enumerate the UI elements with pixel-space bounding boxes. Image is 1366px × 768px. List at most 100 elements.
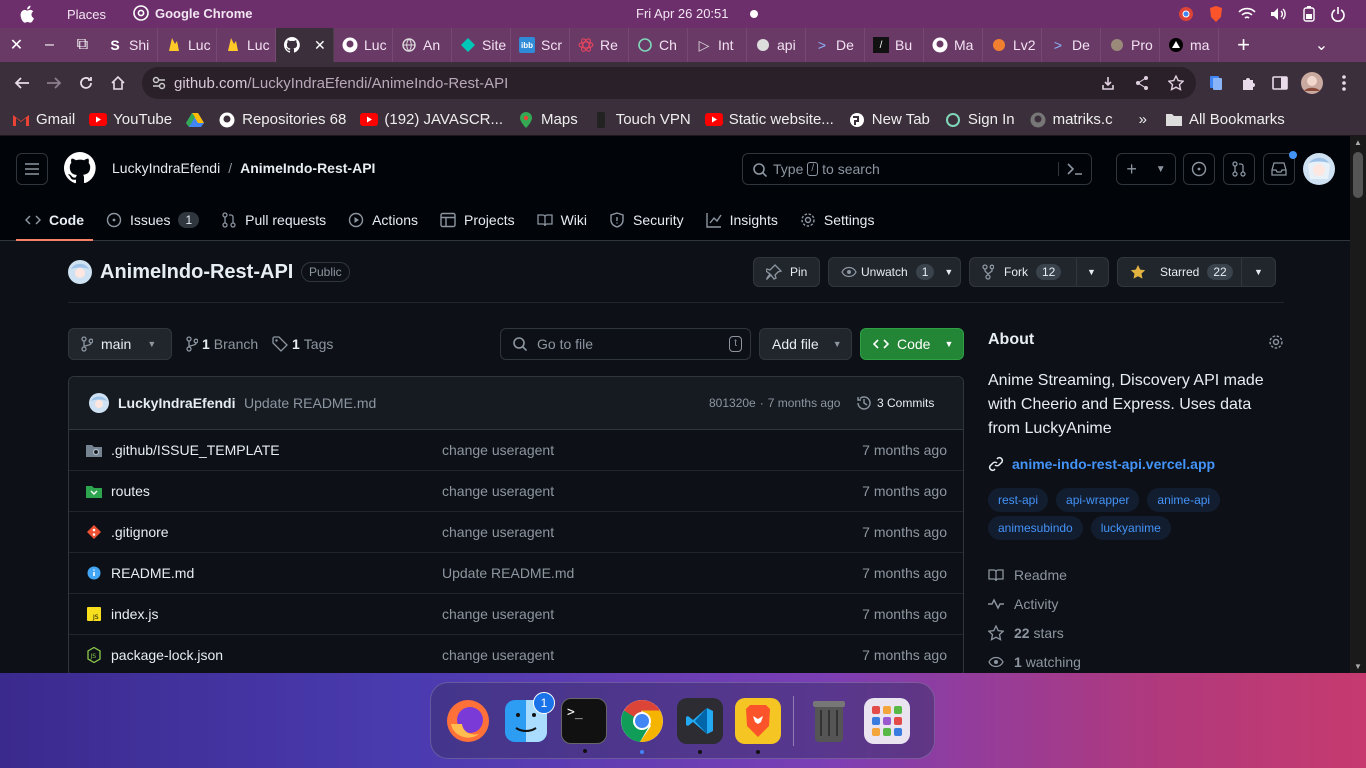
bookmark-matriks[interactable]: matriks.c [1029,111,1113,128]
file-name[interactable]: package-lock.json [111,647,223,663]
browser-tab[interactable]: Lv2 [983,28,1042,62]
unwatch-button[interactable]: Unwatch 1 ▼ [828,257,961,287]
bookmark-static-website[interactable]: Static website... [704,111,834,128]
brave-tray-icon[interactable] [1208,5,1224,23]
bookmark-sign-in[interactable]: Sign In [944,111,1015,128]
tab-insights[interactable]: Insights [697,200,787,240]
readme-link[interactable]: Readme [988,560,1284,589]
terminal-icon[interactable]: >_ [561,697,607,753]
extension-pdf-icon[interactable] [1200,67,1232,99]
bookmark-maps[interactable]: Maps [517,111,578,128]
extensions-puzzle-icon[interactable] [1232,67,1264,99]
commit-message[interactable]: Update README.md [244,395,376,411]
browser-tab[interactable]: / Bu [865,28,924,62]
file-name[interactable]: index.js [111,606,158,622]
branches-link[interactable]: 1 Branch [186,336,258,352]
address-bar[interactable]: github.com/LuckyIndraEfendi/AnimeIndo-Re… [142,67,1196,99]
new-tab-icon[interactable]: + [1227,28,1260,62]
tab-projects[interactable]: Projects [431,200,524,240]
file-row[interactable]: JS index.js change useragent 7 months ag… [69,594,963,635]
user-avatar[interactable] [1303,153,1335,185]
volume-icon[interactable] [1270,7,1288,21]
browser-tab[interactable]: Site [452,28,511,62]
scroll-down-arrow-icon[interactable]: ▼ [1354,662,1362,671]
file-commit-message[interactable]: change useragent [442,442,554,458]
tab-issues[interactable]: Issues 1 [97,200,208,240]
pin-button[interactable]: Pin [753,257,820,287]
browser-tab[interactable]: ▷ Int [688,28,747,62]
active-app-menu[interactable]: Google Chrome [133,5,253,21]
repo-owner-avatar[interactable] [68,260,92,284]
bookmark-touch-vpn[interactable]: Touch VPN [592,111,691,128]
file-name[interactable]: .gitignore [111,524,169,540]
issues-icon[interactable] [1183,153,1215,185]
browser-tab[interactable]: Pro [1101,28,1160,62]
bookmark-javascript[interactable]: (192) JAVASCR... [360,111,503,128]
topic-tag[interactable]: rest-api [988,488,1049,512]
file-row[interactable]: routes change useragent 7 months ago [69,471,963,512]
browser-tab[interactable]: api [747,28,806,62]
search-input[interactable]: Type / to search [742,153,1092,185]
profile-avatar[interactable] [1296,67,1328,99]
github-logo-icon[interactable] [64,152,96,184]
commit-hash[interactable]: 801320e [709,396,756,410]
file-commit-message[interactable]: Update README.md [442,565,574,581]
install-app-icon[interactable] [1100,75,1116,91]
tab-actions[interactable]: Actions [339,200,427,240]
browser-tab[interactable]: Re [570,28,629,62]
wifi-icon[interactable] [1238,7,1256,21]
power-icon[interactable] [1330,6,1346,22]
bookmark-drive[interactable] [186,112,205,128]
tab-pull-requests[interactable]: Pull requests [212,200,335,240]
browser-tab[interactable]: Luc [158,28,217,62]
go-to-file-input[interactable]: Go to file t [500,328,751,360]
code-button[interactable]: Code ▼ [860,328,964,360]
caret-down-icon[interactable]: ▼ [1254,267,1263,277]
commit-author-avatar[interactable] [89,393,109,413]
finder-icon[interactable]: 1 [503,691,555,744]
topic-tag[interactable]: api-wrapper [1056,488,1140,512]
bookmark-youtube[interactable]: YouTube [89,111,172,128]
file-commit-message[interactable]: change useragent [442,606,554,622]
tab-settings[interactable]: Settings [791,200,884,240]
file-name[interactable]: README.md [111,565,194,581]
share-icon[interactable] [1134,75,1150,91]
close-window-icon[interactable]: ✕ [0,28,33,62]
scrollbar-thumb[interactable] [1353,152,1363,198]
trash-icon[interactable] [806,698,852,744]
bookmark-star-icon[interactable] [1168,75,1184,91]
topic-tag[interactable]: anime-api [1147,488,1221,512]
topic-tag[interactable]: animesubindo [988,516,1083,540]
add-file-button[interactable]: Add file ▼ [759,328,852,360]
fork-button[interactable]: Fork 12 ▼ [969,257,1109,287]
breadcrumb-repo[interactable]: AnimeIndo-Rest-API [240,160,375,176]
breadcrumb-owner[interactable]: LuckyIndraEfendi [112,160,220,176]
bookmark-gmail[interactable]: Gmail [12,111,75,128]
browser-tab[interactable]: Ch [629,28,688,62]
clock[interactable]: Fri Apr 26 20:51 [636,6,729,21]
starred-button[interactable]: Starred 22 ▼ [1117,257,1276,287]
homepage-link[interactable]: anime-indo-rest-api.vercel.app [988,456,1284,472]
repo-title[interactable]: AnimeIndo-Rest-API [100,261,293,284]
browser-tab[interactable]: Ma [924,28,983,62]
commits-link[interactable]: 3 Commits [856,395,934,411]
restore-window-icon[interactable]: ⧉ [66,28,99,62]
side-panel-icon[interactable] [1264,67,1296,99]
browser-tab-active[interactable]: ✕ [276,28,334,62]
chrome-menu-icon[interactable] [1328,67,1360,99]
bookmark-repositories[interactable]: Repositories 68 [218,111,346,128]
caret-down-icon[interactable]: ▼ [1087,267,1096,277]
command-palette-icon[interactable] [1058,162,1083,176]
tab-close-icon[interactable]: ✕ [314,37,326,54]
hamburger-menu-icon[interactable] [16,153,48,185]
topic-tag[interactable]: luckyanime [1090,516,1171,540]
tags-link[interactable]: 1 Tags [272,336,333,352]
bookmarks-overflow-icon[interactable]: » [1139,111,1147,128]
reload-icon[interactable] [70,67,102,99]
file-commit-message[interactable]: change useragent [442,647,554,663]
file-row[interactable]: .gitignore change useragent 7 months ago [69,512,963,553]
file-commit-message[interactable]: change useragent [442,483,554,499]
home-icon[interactable] [102,67,134,99]
back-icon[interactable] [6,67,38,99]
file-commit-message[interactable]: change useragent [442,524,554,540]
